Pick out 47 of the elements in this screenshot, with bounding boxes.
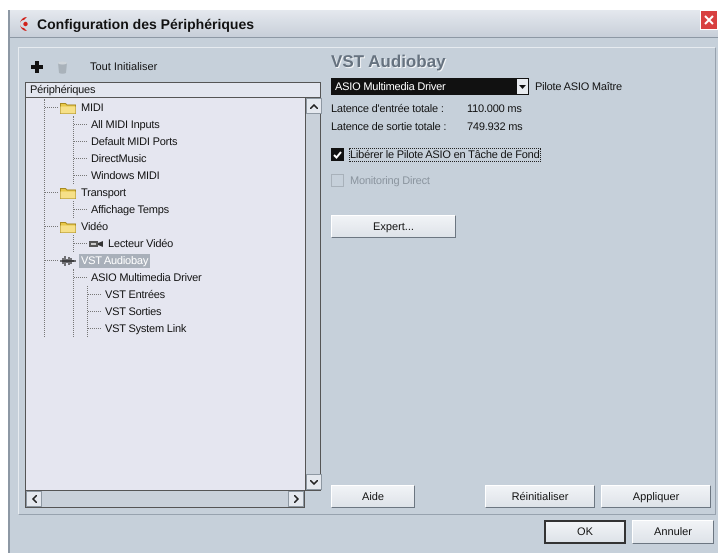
reset-all-button[interactable]: Tout Initialiser — [82, 61, 158, 73]
tree-item[interactable]: Windows MIDI — [89, 168, 162, 182]
checkbox-label: Monitoring Direct — [350, 174, 430, 186]
driver-dropdown[interactable]: ASIO Multimedia Driver — [331, 78, 529, 95]
panel-title: VST Audiobay — [331, 52, 447, 73]
window-title: Configuration des Périphériques — [37, 16, 254, 32]
tree-item[interactable]: VST Sorties — [103, 304, 164, 318]
scroll-left-icon[interactable] — [32, 495, 36, 503]
dropdown-arrow-icon — [519, 84, 526, 88]
checkbox-label[interactable]: Libérer le Pilote ASIO en Tâche de Fond — [350, 148, 540, 160]
tree-item[interactable]: VST System Link — [103, 322, 188, 336]
horizontal-scrollbar[interactable] — [25, 490, 305, 508]
latency-value: 110.000 ms — [467, 103, 522, 115]
plus-icon[interactable] — [31, 61, 43, 73]
vertical-scrollbar[interactable] — [305, 97, 321, 491]
tree-header: Périphériques — [25, 82, 321, 97]
action-button[interactable]: Appliquer — [601, 485, 711, 508]
tree-item[interactable]: All MIDI Inputs — [89, 118, 162, 132]
folder-icon — [60, 220, 76, 232]
latency-label: Latence de sortie totale : — [331, 121, 448, 133]
folder-icon — [60, 186, 76, 198]
close-icon — [704, 15, 714, 25]
close-button[interactable] — [700, 10, 718, 30]
driver-label: Pilote ASIO Maître — [535, 80, 622, 92]
scroll-right-icon[interactable] — [294, 495, 298, 503]
tree-item[interactable]: Transport — [79, 186, 128, 200]
tree-item[interactable]: VST Entrées — [103, 288, 167, 302]
tree-item[interactable]: Default MIDI Ports — [89, 134, 180, 148]
scroll-up-icon[interactable] — [310, 104, 318, 108]
scroll-down-icon[interactable] — [310, 480, 318, 484]
projector-icon — [89, 240, 103, 248]
tree-item[interactable]: ASIO Multimedia Driver — [89, 270, 204, 284]
waveform-icon — [60, 256, 76, 266]
dialog-button[interactable]: OK — [544, 520, 626, 544]
tree-item[interactable]: Affichage Temps — [89, 202, 171, 216]
folder-icon — [60, 102, 76, 114]
latency-value: 749.932 ms — [467, 121, 522, 133]
expert-button[interactable]: Expert... — [331, 215, 456, 238]
tree-item[interactable]: Lecteur Vidéo — [106, 236, 176, 250]
dialog-button[interactable]: Annuler — [632, 520, 714, 544]
action-button[interactable]: Réinitialiser — [485, 485, 595, 508]
latency-label: Latence d'entrée totale : — [331, 103, 445, 115]
tree-item[interactable]: Vidéo — [79, 220, 110, 234]
tree-item[interactable]: MIDI — [79, 100, 106, 114]
help-button[interactable]: Aide — [331, 485, 415, 508]
checkbox[interactable] — [331, 148, 344, 161]
tree-item[interactable]: DirectMusic — [89, 152, 148, 166]
